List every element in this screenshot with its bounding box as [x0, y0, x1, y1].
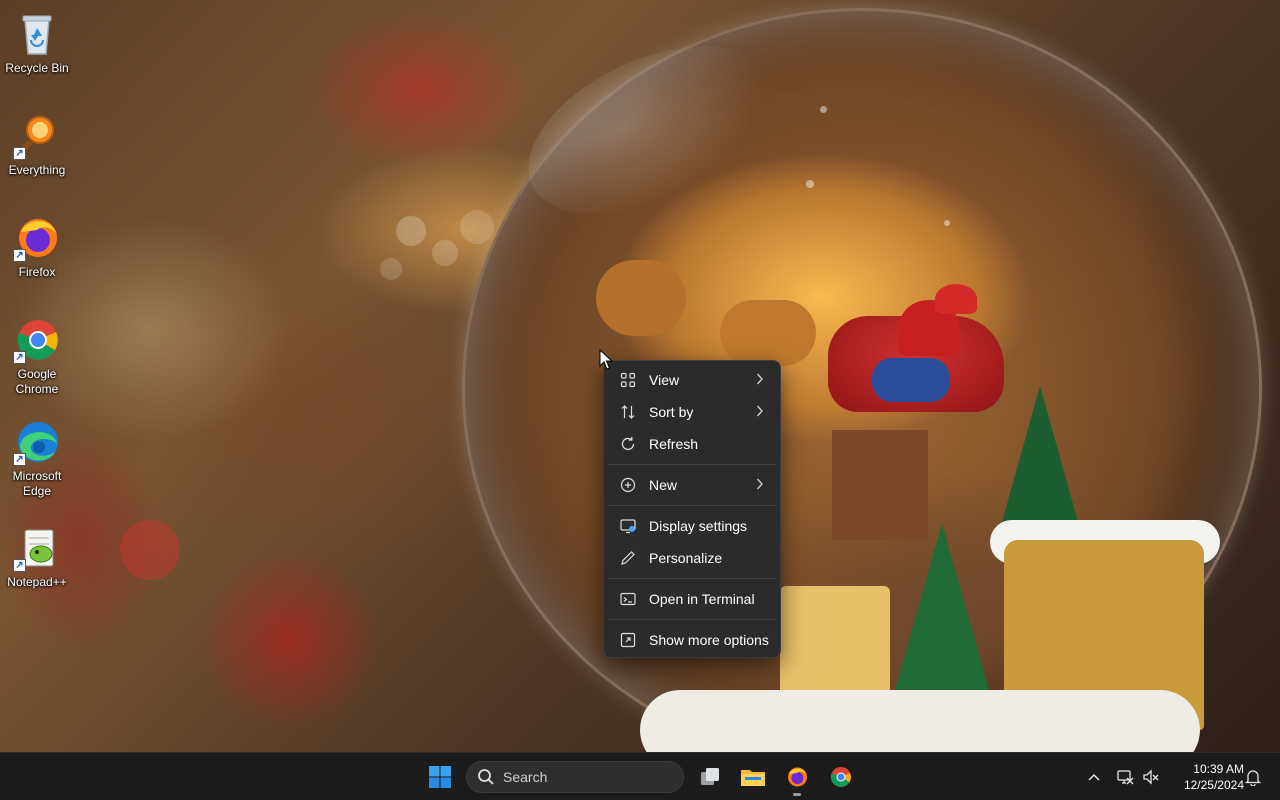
shortcut-arrow-icon: ↗: [13, 147, 26, 160]
desktop-icon-label: Notepad++: [7, 575, 67, 589]
notifications-button[interactable]: [1242, 753, 1264, 800]
menu-separator: [608, 619, 776, 620]
desktop-icon-label: Microsoft Edge: [12, 469, 62, 498]
firefox-icon: ↗: [13, 214, 61, 262]
terminal-icon: [619, 590, 637, 608]
desktop-icon-label: Firefox: [18, 265, 56, 279]
search-icon: [478, 769, 494, 785]
desktop-icon-label: Recycle Bin: [5, 61, 69, 75]
shortcut-arrow-icon: ↗: [13, 559, 26, 572]
recycle-bin-icon: [13, 10, 61, 58]
desktop-icon-label: Everything: [8, 163, 66, 177]
menu-item-open-in-terminal[interactable]: Open in Terminal: [608, 583, 776, 615]
firefox-icon: [788, 767, 807, 787]
file-explorer-icon: [741, 770, 765, 786]
menu-separator: [608, 505, 776, 506]
taskbar: Search 10:39 AM 12/25/2024: [0, 752, 1280, 800]
menu-item-label: Personalize: [649, 550, 723, 566]
bell-icon: [1245, 770, 1261, 786]
taskbar-file-explorer[interactable]: [733, 757, 773, 797]
menu-item-new[interactable]: New: [608, 469, 776, 501]
volume-muted-icon: [1143, 769, 1159, 785]
new-plus-icon: [619, 476, 637, 494]
menu-item-view[interactable]: View: [608, 364, 776, 396]
desktop-icon-google-chrome[interactable]: ↗ Google Chrome: [2, 316, 72, 397]
desktop-icon-firefox[interactable]: ↗ Firefox: [2, 214, 72, 280]
task-view-button[interactable]: [690, 757, 730, 797]
desktop-icon-recycle-bin[interactable]: Recycle Bin: [2, 10, 72, 76]
personalize-pen-icon: [619, 549, 637, 567]
menu-item-label: Display settings: [649, 518, 748, 534]
taskbar-clock[interactable]: 10:39 AM 12/25/2024: [1168, 761, 1244, 793]
display-settings-icon: [619, 517, 637, 535]
chevron-up-icon: [1088, 773, 1100, 781]
desktop-icon-everything[interactable]: ↗ Everything: [2, 112, 72, 178]
windows-start-icon: [429, 766, 451, 788]
task-view-icon: [701, 768, 719, 785]
chevron-right-icon: [756, 478, 763, 490]
taskbar-google-chrome[interactable]: [821, 757, 861, 797]
show-more-options-icon: [619, 631, 637, 649]
menu-item-display-settings[interactable]: Display settings: [608, 510, 776, 542]
shortcut-arrow-icon: ↗: [13, 249, 26, 262]
desktop-icon-notepad-plus-plus[interactable]: ↗ Notepad++: [2, 524, 72, 590]
desktop-icon-label: Google Chrome: [15, 367, 59, 396]
start-button[interactable]: [420, 757, 460, 797]
taskbar-firefox[interactable]: [777, 757, 817, 797]
menu-item-refresh[interactable]: Refresh: [608, 428, 776, 460]
network-status-button[interactable]: [1112, 753, 1138, 800]
sort-icon: [619, 403, 637, 421]
menu-item-label: Open in Terminal: [649, 591, 755, 607]
shortcut-arrow-icon: ↗: [13, 351, 26, 364]
menu-item-sort-by[interactable]: Sort by: [608, 396, 776, 428]
clock-time: 10:39 AM: [1193, 762, 1244, 776]
chrome-icon: ↗: [13, 316, 61, 364]
view-grid-icon: [619, 371, 637, 389]
desktop-context-menu: View Sort by Refresh New Display setting…: [603, 360, 781, 658]
menu-item-show-more-options[interactable]: Show more options: [608, 624, 776, 656]
edge-icon: ↗: [13, 418, 61, 466]
chevron-right-icon: [756, 373, 763, 385]
shortcut-arrow-icon: ↗: [13, 453, 26, 466]
menu-item-label: Refresh: [649, 436, 699, 452]
menu-separator: [608, 578, 776, 579]
volume-button[interactable]: [1140, 753, 1162, 800]
everything-search-icon: ↗: [13, 112, 61, 160]
running-indicator: [793, 793, 801, 796]
chevron-right-icon: [756, 405, 763, 417]
menu-separator: [608, 464, 776, 465]
mouse-pointer-icon: [599, 349, 613, 370]
show-hidden-icons-button[interactable]: [1082, 753, 1106, 800]
notepad-plus-plus-icon: ↗: [13, 524, 61, 572]
clock-date: 12/25/2024: [1183, 778, 1244, 792]
search-placeholder: Search: [503, 769, 548, 785]
desktop-icon-microsoft-edge[interactable]: ↗ Microsoft Edge: [2, 418, 72, 499]
refresh-icon: [619, 435, 637, 453]
taskbar-search-box[interactable]: Search: [466, 761, 684, 793]
chrome-icon: [830, 767, 851, 787]
menu-item-personalize[interactable]: Personalize: [608, 542, 776, 574]
menu-item-label: Show more options: [649, 632, 769, 648]
network-disconnected-icon: [1117, 770, 1134, 785]
